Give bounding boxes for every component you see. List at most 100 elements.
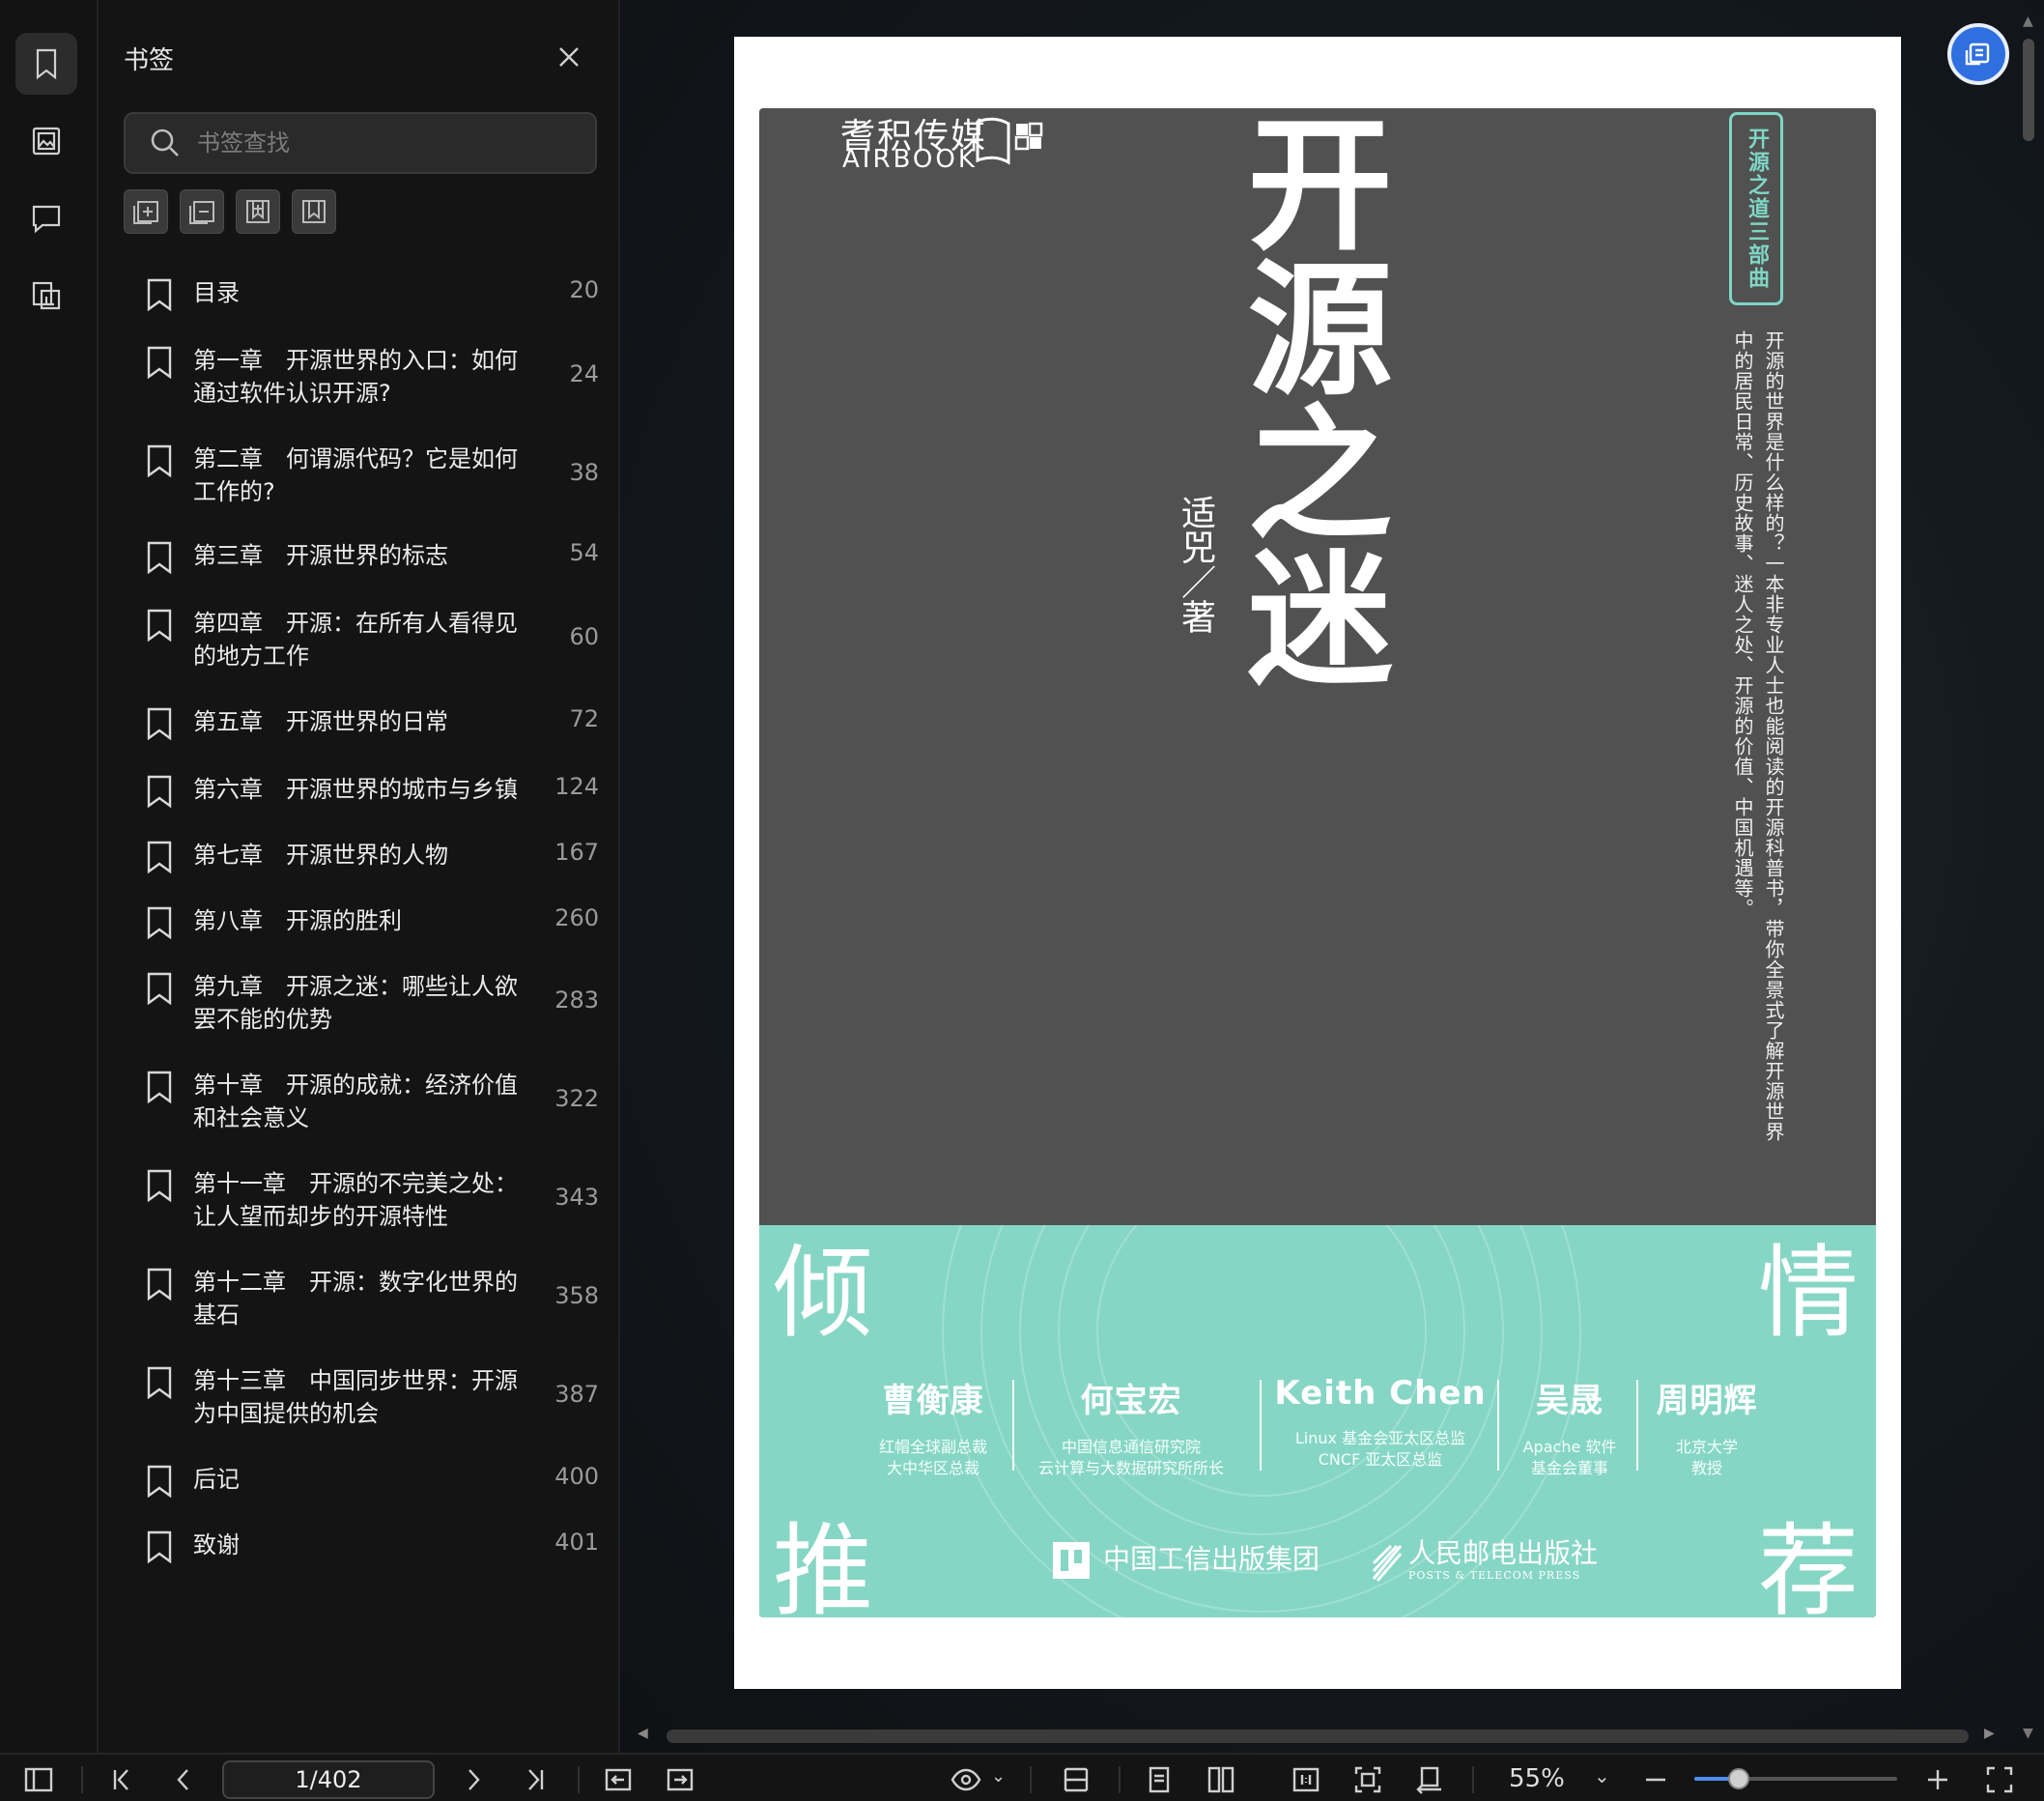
zoom-in-button[interactable]: [1922, 1764, 1953, 1795]
rotate-button[interactable]: [1414, 1764, 1445, 1795]
bookmark-label: 第二章 何谓源代码？它是如何 工作的?: [193, 445, 518, 505]
recommender-name: Keith Chen: [1274, 1374, 1487, 1413]
eye-icon: [951, 1768, 981, 1791]
bookmark-icon: [145, 906, 174, 940]
bookmark-item[interactable]: 第十三章 中国同步世界：开源 为中国提供的机会 387: [145, 1364, 599, 1430]
bookmark-label: 第九章 开源之迷：哪些让人欲 罢不能的优势: [193, 973, 518, 1033]
pdf-page: 耆积传媒 AIRBOOK 开源之迷 适兕／著 开源之道三部曲 开源的世界是什么样…: [734, 37, 1901, 1689]
cip-logo-icon: [1053, 1542, 1090, 1579]
bookmark-item[interactable]: 第八章 开源的胜利 260: [145, 904, 599, 940]
add-bookmark-button[interactable]: [236, 189, 280, 234]
divider: [81, 1766, 83, 1793]
thumbnail-tab-button[interactable]: [15, 265, 77, 327]
first-page-button[interactable]: [106, 1764, 137, 1795]
recommender-title: 基金会董事: [1530, 1459, 1608, 1477]
chevron-down-icon[interactable]: ⌄: [1594, 1764, 1610, 1787]
bookmark-page-number: 322: [554, 1085, 599, 1112]
bookmark-item[interactable]: 第十一章 开源的不完美之处： 让人望而却步的开源特性 343: [145, 1167, 599, 1233]
remove-bookmark-button[interactable]: [292, 189, 336, 234]
bookmark-label: 第七章 开源世界的人物: [193, 842, 448, 869]
bookmark-item[interactable]: 第二章 何谓源代码？它是如何 工作的? 38: [145, 443, 599, 508]
view-mode-button[interactable]: [951, 1764, 981, 1795]
last-page-button[interactable]: [520, 1764, 551, 1795]
bookmark-item[interactable]: 第七章 开源世界的人物 167: [145, 839, 599, 874]
logo-en-text: AIRBOOK: [842, 145, 978, 174]
bookmark-item[interactable]: 目录 20: [145, 276, 599, 312]
recommender-title: 教授: [1690, 1459, 1722, 1477]
bookmark-page-number: 400: [554, 1463, 599, 1490]
sidebar-toggle-icon: [24, 1767, 53, 1792]
horizontal-scrollbar-thumb[interactable]: [667, 1730, 1969, 1743]
chevron-down-icon[interactable]: ⌄: [991, 1766, 1006, 1787]
bookmark-item[interactable]: 第九章 开源之迷：哪些让人欲 罢不能的优势 283: [145, 970, 599, 1036]
bookmark-page-number: 283: [554, 986, 599, 1014]
bookmark-page-number: 260: [554, 904, 599, 931]
bookmark-page-number: 167: [554, 839, 599, 866]
bookmark-search-box[interactable]: [124, 112, 597, 174]
scroll-down-arrow[interactable]: ▼: [2023, 1726, 2033, 1741]
single-page-button[interactable]: [1144, 1764, 1175, 1795]
bookmark-icon: [145, 1169, 174, 1203]
bookmark-item[interactable]: 第三章 开源世界的标志 54: [145, 539, 599, 575]
bookmark-icon: [145, 841, 174, 874]
navigate-forward-icon: [667, 1768, 694, 1791]
bookmark-item[interactable]: 第六章 开源世界的城市与乡镇 124: [145, 773, 599, 809]
zoom-slider-handle[interactable]: [1728, 1768, 1750, 1789]
bookmark-item[interactable]: 后记 400: [145, 1463, 599, 1499]
floating-action-button[interactable]: [1947, 23, 2009, 85]
bookmark-icon: [145, 1465, 174, 1499]
close-icon: [559, 47, 579, 67]
recommender: 吴晟 Apache 软件 基金会董事: [1505, 1374, 1634, 1479]
scroll-left-arrow[interactable]: ◀: [638, 1726, 648, 1741]
expand-all-button[interactable]: [124, 189, 168, 234]
scroll-up-arrow[interactable]: ▲: [2023, 14, 2033, 29]
bookmark-item[interactable]: 第五章 开源世界的日常 72: [145, 705, 599, 741]
bookmark-page-number: 60: [569, 623, 599, 650]
recommender-name: 曹衡康: [882, 1382, 984, 1420]
book-blurb: 开源的世界是什么样的？一本非专业人士也能阅读的开源科普书，带你全景式了解开源世界…: [1731, 330, 1785, 1142]
image-tab-button[interactable]: [15, 110, 77, 172]
fullscreen-button[interactable]: [1984, 1764, 2015, 1795]
zoom-out-button[interactable]: [1640, 1764, 1671, 1795]
single-page-icon: [1149, 1766, 1170, 1793]
close-panel-button[interactable]: [554, 43, 583, 71]
go-back-button[interactable]: [603, 1764, 634, 1795]
next-page-button[interactable]: [458, 1764, 489, 1795]
document-viewport[interactable]: 耆积传媒 AIRBOOK 开源之迷 适兕／著 开源之道三部曲 开源的世界是什么样…: [620, 0, 2044, 1753]
bookmark-item[interactable]: 第十二章 开源：数字化世界的 基石 358: [145, 1266, 599, 1331]
bookmark-item[interactable]: 第一章 开源世界的入口：如何 通过软件认识开源? 24: [145, 344, 599, 410]
bookmark-page-number: 343: [554, 1184, 599, 1211]
fit-width-button[interactable]: [1061, 1764, 1092, 1795]
fit-page-button[interactable]: [1352, 1764, 1383, 1795]
collapse-all-icon: [189, 201, 214, 224]
comment-tab-button[interactable]: [15, 187, 77, 249]
scroll-right-arrow[interactable]: ▶: [1984, 1726, 1995, 1741]
bookmark-item[interactable]: 第十章 开源的成就：经济价值 和社会意义 322: [145, 1069, 599, 1134]
bookmark-label: 第十章 开源的成就：经济价值 和社会意义: [193, 1072, 518, 1131]
collapse-all-button[interactable]: [180, 189, 224, 234]
bookmark-item[interactable]: 致谢 401: [145, 1529, 599, 1564]
bookmark-tab-button[interactable]: [15, 33, 77, 95]
bookmark-label: 第五章 开源世界的日常: [193, 708, 448, 735]
two-page-button[interactable]: [1206, 1764, 1236, 1795]
toggle-sidebar-button[interactable]: [23, 1764, 54, 1795]
last-page-icon: [528, 1769, 544, 1790]
actual-size-button[interactable]: [1291, 1764, 1321, 1795]
zoom-slider[interactable]: [1694, 1768, 1897, 1789]
comment-icon: [32, 205, 61, 234]
actual-size-icon: [1292, 1767, 1320, 1792]
vertical-scrollbar-thumb[interactable]: [2023, 39, 2034, 141]
bookmark-icon: [145, 775, 174, 809]
go-forward-button[interactable]: [665, 1764, 696, 1795]
previous-page-button[interactable]: [168, 1764, 199, 1795]
series-badge: 开源之道三部曲: [1729, 112, 1783, 305]
bookmark-label: 第十二章 开源：数字化世界的 基石: [193, 1269, 518, 1329]
bookmark-search-input[interactable]: [197, 129, 564, 157]
zoom-level[interactable]: 55%: [1509, 1764, 1565, 1793]
bookmark-icon: [145, 1268, 174, 1301]
page-number-input[interactable]: [222, 1760, 435, 1799]
bookmark-page-number: 54: [569, 539, 599, 566]
bookmark-item[interactable]: 第四章 开源：在所有人看得见 的地方工作 60: [145, 607, 599, 672]
bookmark-icon: [145, 707, 174, 741]
fit-page-icon: [1354, 1766, 1381, 1793]
